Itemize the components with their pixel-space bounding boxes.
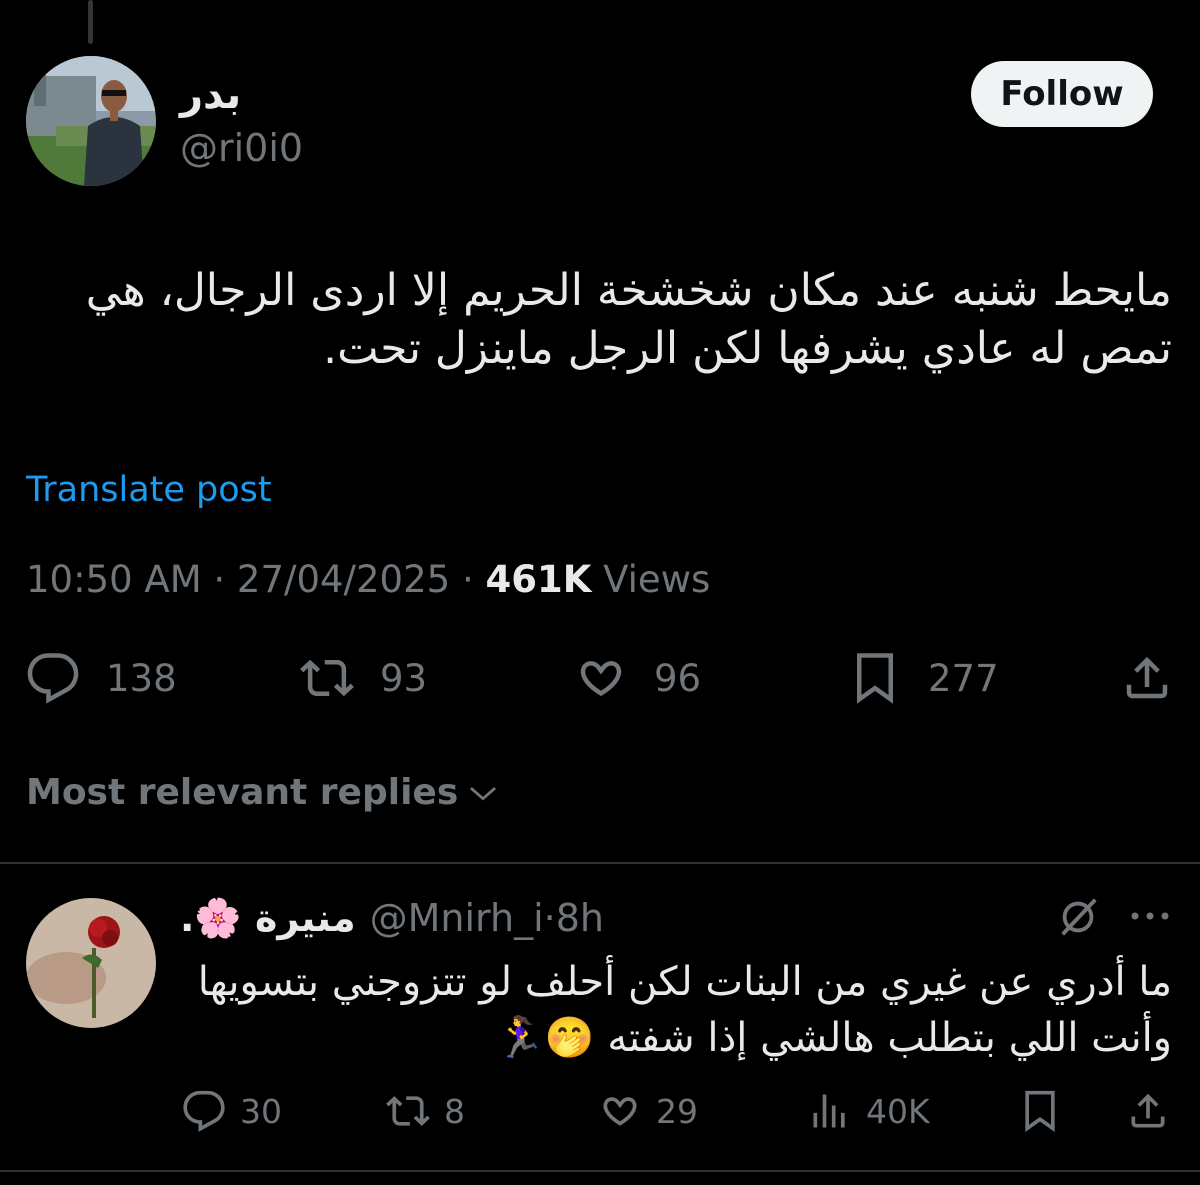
share-icon [1126,656,1168,699]
reply-sort-label: Most relevant replies [26,772,459,813]
post-meta: 10:50 AM · 27/04/2025 · 461K Views [26,558,710,601]
follow-button[interactable]: Follow [971,61,1153,127]
reply-author-avatar[interactable] [26,898,156,1028]
reply-button[interactable]: 138 [26,648,177,708]
meta-separator: · [461,558,474,601]
bookmark-icon [857,653,893,704]
reply-views-count: 40K [866,1091,930,1131]
author-display-name[interactable]: بدر [180,72,241,118]
reply-text-line: وأنت اللي بتطلب هالشي إذا شفته 🤭🏃‍♀️ [495,1015,1172,1061]
reply-reply-button[interactable]: 30 [182,1084,282,1138]
post-text-line: تمص له عادي يشرفها لكن الرجل ماينزل تحت. [323,323,1172,374]
reply-icon [183,1090,225,1132]
reply-header: منيرة 🌸. @Mnirh_i · 8h [180,892,604,944]
reply-text-line: ما أدري عن غيري من البنات لكن أحلف لو تت… [197,959,1172,1005]
reply-count: 138 [106,656,177,700]
reply-sort-dropdown[interactable]: Most relevant replies [26,772,500,813]
repost-count: 93 [380,656,428,700]
bookmark-icon [1025,1090,1055,1132]
reply-bookmark-button[interactable] [1018,1084,1062,1138]
reply-reply-count: 30 [240,1091,282,1131]
thread-connector-line [88,0,93,44]
repost-button[interactable]: 93 [300,648,427,708]
like-icon [580,661,622,697]
reply-meta-separator: · [543,896,556,940]
reply-share-button[interactable] [1126,1084,1170,1138]
repost-icon [386,1096,430,1126]
views-icon [813,1094,845,1128]
translate-post-link[interactable]: Translate post [26,470,272,510]
meta-separator: · [213,558,226,601]
reply-action-bar: 30 8 29 40K [0,1084,1200,1138]
reply-text: ما أدري عن غيري من البنات لكن أحلف لو تت… [172,954,1172,1066]
reply-like-count: 29 [656,1091,698,1131]
post-date[interactable]: 27/04/2025 [237,558,450,601]
reply-views-button[interactable]: 40K [808,1084,930,1138]
reply-avatar-image [26,898,156,1028]
chevron-down-icon [470,786,497,801]
post-action-bar: 138 93 96 277 [0,648,1200,708]
section-divider [0,862,1200,864]
views-label: Views [603,558,711,601]
share-button[interactable] [1120,648,1174,708]
author-avatar[interactable] [26,56,156,186]
bookmark-button[interactable]: 277 [848,648,999,708]
grok-icon[interactable] [1055,894,1101,940]
author-avatar-image [26,56,156,186]
section-divider [0,1170,1200,1172]
reply-handle[interactable]: @Mnirh_i [370,896,544,940]
reply-time[interactable]: 8h [556,896,604,940]
like-icon [603,1097,637,1126]
repost-icon [300,659,354,697]
reply-display-name[interactable]: منيرة 🌸. [180,896,356,941]
post-text-line: مايحط شنبه عند مكان شخشخة الحريم إلا ارد… [85,265,1172,316]
bookmark-count: 277 [928,656,999,700]
reply-like-button[interactable]: 29 [598,1084,698,1138]
more-icon[interactable] [1128,904,1172,928]
reply-icon [27,653,79,704]
author-handle[interactable]: @ri0i0 [180,126,303,170]
like-count: 96 [654,656,702,700]
reply-repost-button[interactable]: 8 [386,1084,465,1138]
post-time[interactable]: 10:50 AM [26,558,202,601]
post-text: مايحط شنبه عند مكان شخشخة الحريم إلا ارد… [22,262,1172,378]
share-icon [1131,1093,1165,1128]
reply-repost-count: 8 [444,1091,465,1131]
like-button[interactable]: 96 [574,648,701,708]
views-count[interactable]: 461K [485,558,591,601]
